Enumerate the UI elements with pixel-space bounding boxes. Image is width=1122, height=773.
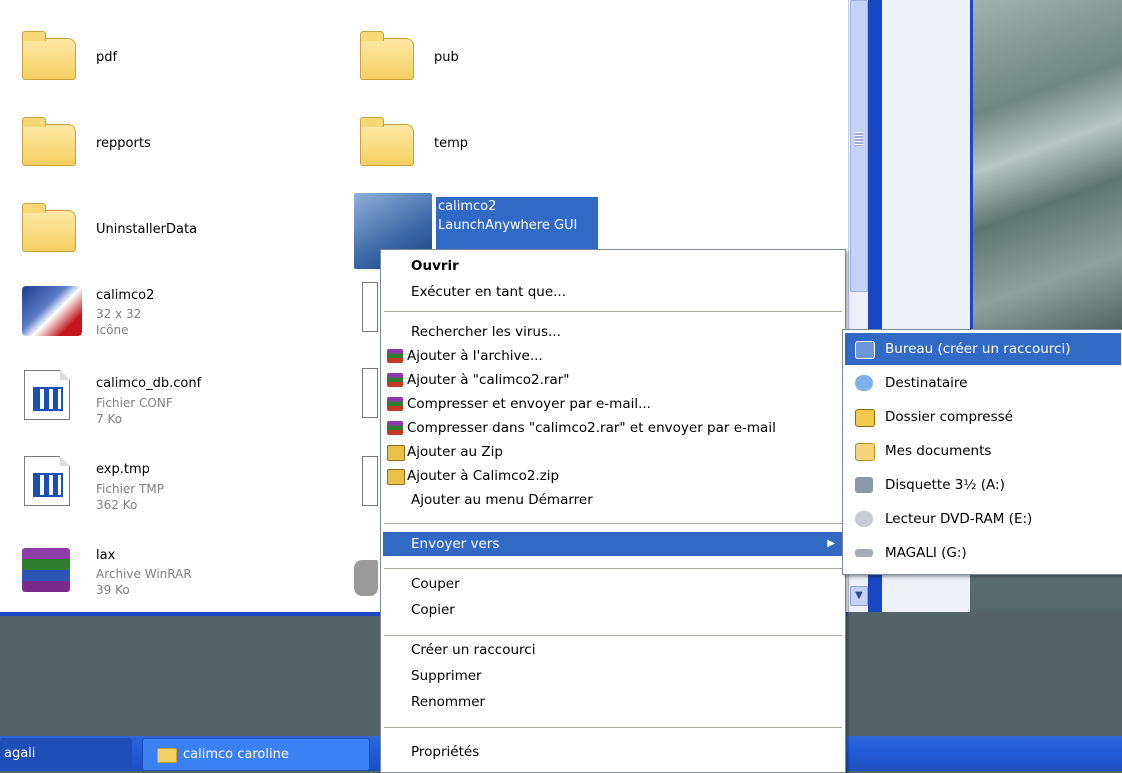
file-size: 7 Ko xyxy=(96,412,123,426)
file-name: pdf xyxy=(96,50,118,65)
my-documents-icon xyxy=(855,443,875,461)
menu-item-copy[interactable]: Copier xyxy=(383,598,843,622)
file-name: calimco2 xyxy=(96,288,155,303)
file-type: Archive WinRAR xyxy=(96,567,192,581)
file-type: Fichier CONF xyxy=(96,396,173,410)
scrollbar-grip xyxy=(855,132,863,146)
menu-item-add-rar[interactable]: Ajouter à "calimco2.rar" xyxy=(383,368,843,392)
scroll-down-button[interactable]: ▼ xyxy=(850,586,868,606)
document-icon xyxy=(362,368,378,418)
file-name: UninstallerData xyxy=(96,222,198,237)
zip-icon xyxy=(387,469,405,485)
menu-item-cut[interactable]: Couper xyxy=(383,572,843,596)
winrar-archive-icon xyxy=(22,548,70,592)
menu-item-create-shortcut[interactable]: Créer un raccourci xyxy=(383,638,843,662)
submenu-item-dvd-ram[interactable]: Lecteur DVD-RAM (E:) xyxy=(845,503,1121,535)
file-type: Icône xyxy=(96,323,129,337)
selected-file-name: calimco2 xyxy=(438,199,497,214)
menu-item-send-to[interactable]: Envoyer vers ▶ xyxy=(383,532,843,556)
zip-folder-icon xyxy=(855,409,875,427)
winrar-icon xyxy=(387,373,403,387)
document-icon xyxy=(24,456,70,506)
file-size: 39 Ko xyxy=(96,583,130,597)
send-to-submenu: Bureau (créer un raccourci) Destinataire… xyxy=(842,329,1122,575)
file-name: lax xyxy=(96,548,116,563)
menu-separator xyxy=(384,568,842,569)
menu-item-scan-virus[interactable]: Rechercher les virus... xyxy=(383,320,843,344)
file-size: 362 Ko xyxy=(96,498,138,512)
submenu-item-floppy[interactable]: Disquette 3½ (A:) xyxy=(845,469,1121,501)
file-name: pub xyxy=(434,50,459,65)
file-name: temp xyxy=(434,136,469,151)
menu-item-ouvrir[interactable]: Ouvrir xyxy=(383,254,843,278)
submenu-item-mail-recipient[interactable]: Destinataire xyxy=(845,367,1121,399)
menu-separator xyxy=(384,523,842,524)
file-name: repports xyxy=(96,136,151,151)
file-dimensions: 32 x 32 xyxy=(96,307,142,321)
winrar-icon xyxy=(387,421,403,435)
removable-drive-icon xyxy=(855,549,873,557)
folder-icon xyxy=(22,117,76,166)
folder-icon xyxy=(360,117,414,166)
menu-item-add-archive[interactable]: Ajouter à l'archive... xyxy=(383,344,843,368)
desktop-wallpaper xyxy=(970,0,1122,330)
file-name: calimco_db.conf xyxy=(96,376,202,391)
menu-item-add-calimco-zip[interactable]: Ajouter à Calimco2.zip xyxy=(383,464,843,488)
submenu-item-compressed-folder[interactable]: Dossier compressé xyxy=(845,401,1121,433)
menu-item-rename[interactable]: Renommer xyxy=(383,690,843,714)
menu-separator xyxy=(384,635,842,636)
folder-icon xyxy=(157,748,177,763)
dvd-drive-icon xyxy=(855,511,873,527)
submenu-item-magali-drive[interactable]: MAGALI (G:) xyxy=(845,537,1121,569)
desktop-icon xyxy=(855,341,875,359)
calimco-image-icon xyxy=(22,286,82,336)
floppy-drive-icon xyxy=(855,477,873,493)
menu-item-add-start-menu[interactable]: Ajouter au menu Démarrer xyxy=(383,488,843,512)
selected-file-label[interactable]: calimco2 LaunchAnywhere GUI xyxy=(436,197,598,249)
menu-separator xyxy=(384,311,842,312)
menu-item-run-as[interactable]: Exécuter en tant que... xyxy=(383,280,843,304)
taskbar-button-calimco-caroline[interactable]: calimco caroline xyxy=(142,738,370,771)
mail-recipient-icon xyxy=(855,375,873,391)
menu-item-compress-email[interactable]: Compresser et envoyer par e-mail... xyxy=(383,392,843,416)
taskbar-button-label: calimco caroline xyxy=(183,747,289,762)
folder-icon xyxy=(360,31,414,80)
menu-separator xyxy=(384,727,842,728)
taskbar-button-agali[interactable]: agali xyxy=(0,738,132,769)
selected-file-type: LaunchAnywhere GUI xyxy=(438,218,578,233)
context-menu: Ouvrir Exécuter en tant que... Recherche… xyxy=(380,249,846,773)
folder-icon xyxy=(22,203,76,252)
menu-item-compress-rar-email[interactable]: Compresser dans "calimco2.rar" et envoye… xyxy=(383,416,843,440)
winrar-icon xyxy=(387,397,403,411)
document-icon xyxy=(362,456,378,506)
submenu-arrow-icon: ▶ xyxy=(827,538,835,549)
file-name: exp.tmp xyxy=(96,462,150,477)
winrar-icon xyxy=(387,349,403,363)
menu-item-add-zip[interactable]: Ajouter au Zip xyxy=(383,440,843,464)
scrollbar-thumb[interactable] xyxy=(850,0,868,292)
menu-item-delete[interactable]: Supprimer xyxy=(383,664,843,688)
file-type: Fichier TMP xyxy=(96,482,164,496)
document-icon xyxy=(362,282,378,332)
submenu-item-desktop-shortcut[interactable]: Bureau (créer un raccourci) xyxy=(845,333,1121,365)
menu-item-properties[interactable]: Propriétés xyxy=(383,740,843,764)
zip-icon xyxy=(387,445,405,461)
partial-icon xyxy=(354,560,378,596)
document-icon xyxy=(24,370,70,420)
folder-icon xyxy=(22,31,76,80)
taskbar-button-label: agali xyxy=(4,746,36,761)
submenu-item-my-documents[interactable]: Mes documents xyxy=(845,435,1121,467)
